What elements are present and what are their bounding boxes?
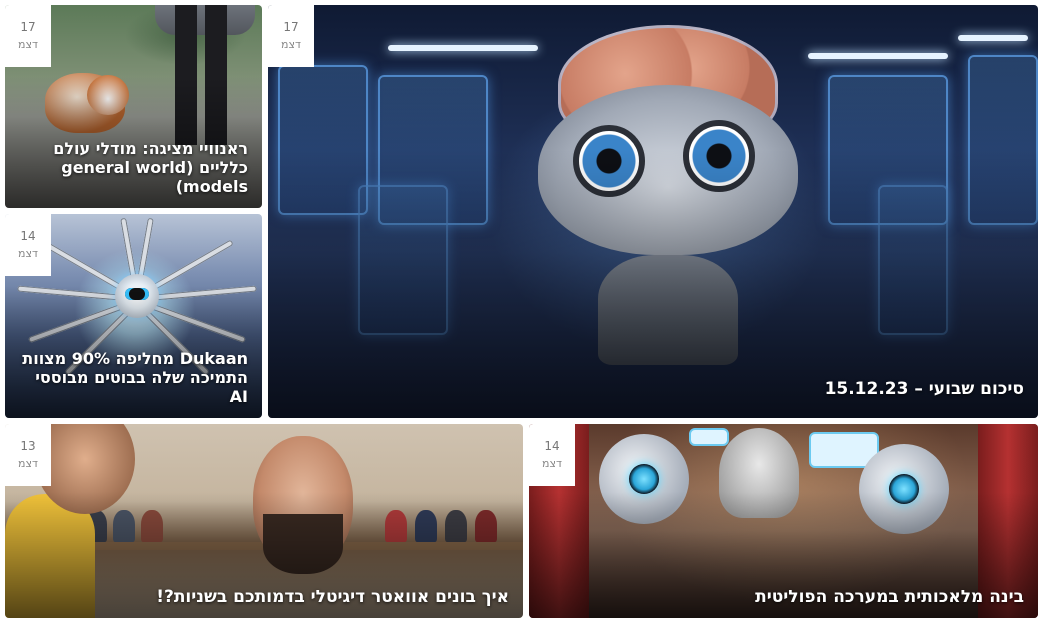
post-card-ai-politics[interactable]: 14 דצמ בינה מלאכותית במערכה הפוליטית	[529, 424, 1038, 618]
post-title[interactable]: איך בונים אוואטר דיגיטלי בדמותכם בשניות?…	[19, 586, 509, 608]
date-month: דצמ	[17, 457, 38, 470]
date-badge: 14 דצמ	[5, 214, 51, 276]
post-title[interactable]: Dukaan מחליפה 90% מצוות התמיכה שלה בבוטי…	[19, 349, 248, 406]
date-month: דצמ	[17, 38, 38, 51]
post-title[interactable]: ראנוויי מציגה: מודלי עולם כלליים (genera…	[19, 139, 248, 196]
date-badge: 17 דצמ	[5, 5, 51, 67]
image-overlay	[268, 5, 1038, 418]
post-card-runway[interactable]: 17 דצמ ראנוויי מציגה: מודלי עולם כלליים …	[5, 5, 262, 208]
date-badge: 13 דצמ	[5, 424, 51, 486]
post-card-dukaan[interactable]: 14 דצמ Dukaan מחליפה 90% מצוות התמיכה של…	[5, 214, 262, 418]
date-month: דצמ	[541, 457, 562, 470]
date-month: דצמ	[280, 38, 301, 51]
post-card-weekly-summary[interactable]: 17 דצמ סיכום שבועי – 15.12.23	[268, 5, 1038, 418]
date-day: 17	[20, 20, 36, 34]
date-badge: 17 דצמ	[268, 5, 314, 67]
post-title[interactable]: סיכום שבועי – 15.12.23	[282, 378, 1024, 400]
date-day: 14	[20, 229, 36, 243]
date-day: 14	[544, 439, 560, 453]
post-title[interactable]: בינה מלאכותית במערכה הפוליטית	[543, 586, 1024, 608]
post-card-digital-avatar[interactable]: 13 דצמ איך בונים אוואטר דיגיטלי בדמותכם …	[5, 424, 523, 618]
date-day: 17	[283, 20, 299, 34]
date-day: 13	[20, 439, 36, 453]
date-badge: 14 דצמ	[529, 424, 575, 486]
posts-grid: 17 דצמ ראנוויי מציגה: מודלי עולם כלליים …	[0, 0, 1043, 623]
date-month: דצמ	[17, 247, 38, 260]
